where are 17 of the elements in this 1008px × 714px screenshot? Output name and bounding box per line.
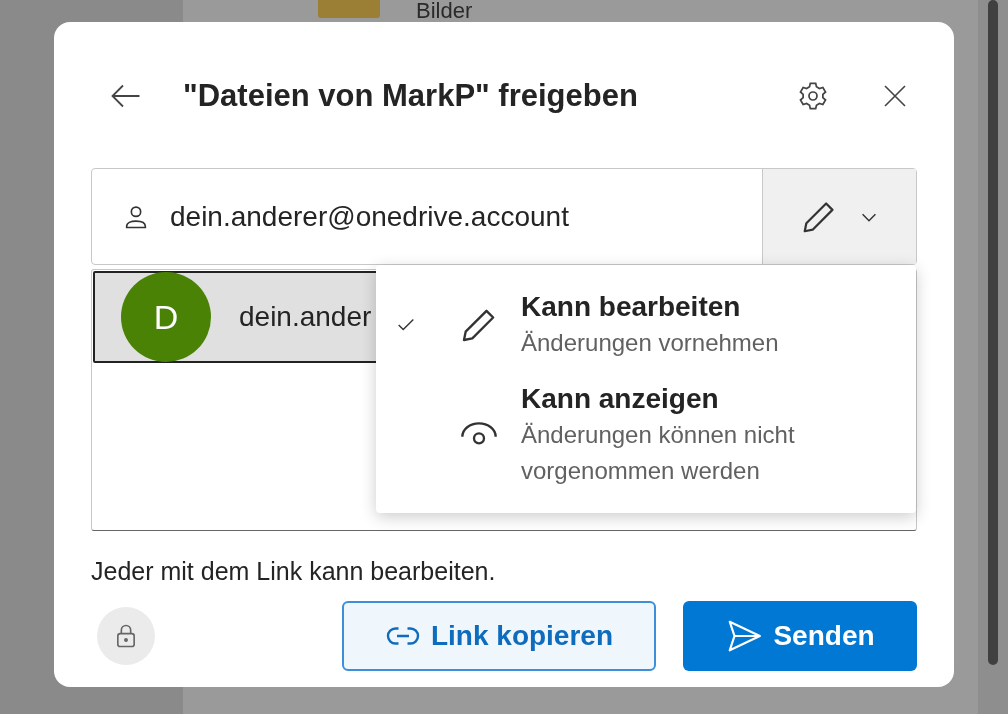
option-title: Kann anzeigen [521,382,720,416]
recipient-field[interactable]: dein.anderer@onedrive.account [91,168,917,265]
option-title: Kann bearbeiten [521,290,742,324]
suggestion-email: dein.ander [239,300,372,334]
permission-option[interactable]: Kann bearbeiten Änderungen vornehmen [376,279,916,371]
link-info: Jeder mit dem Link kann bearbeiten. [91,556,497,587]
copy-link-button[interactable]: Link kopieren [342,600,656,671]
dialog-title: "Dateien von MarkP" freigeben [183,76,639,115]
settings-icon [797,80,829,112]
send-button[interactable]: Senden [683,600,917,671]
permission-option[interactable]: Kann anzeigen Änderungen können nicht vorgenommen werden [376,371,916,499]
recipient-email: dein.anderer@onedrive.account [170,199,569,234]
folder-icon [318,0,380,18]
folder-label: Bilder [416,0,473,22]
option-description: Änderungen können nicht vorgenommen werden [521,420,796,486]
avatar: D [121,272,211,362]
option-description: Änderungen vornehmen [521,328,780,358]
